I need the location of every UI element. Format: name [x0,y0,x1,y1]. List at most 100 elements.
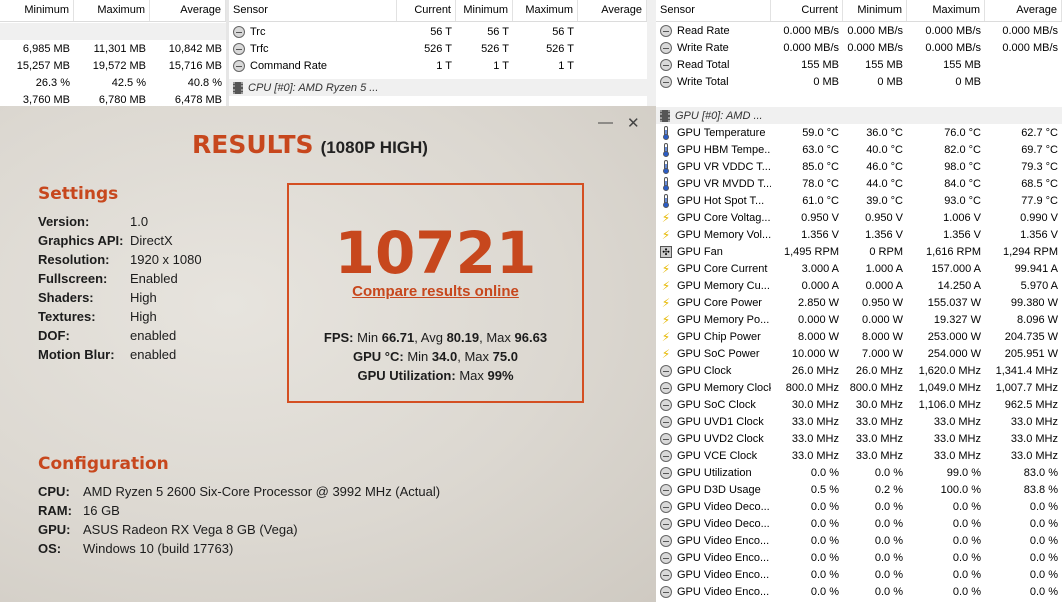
close-button[interactable]: ✕ [627,114,640,132]
column-header-maximum[interactable]: Maximum [907,0,985,21]
cell: 6,478 MB [174,93,222,106]
table-row[interactable]: GPU Video Enco... 0.0 % 0.0 % 0.0 % 0.0 % [656,583,1062,600]
sensor-label: GPU Chip Power [677,330,761,343]
clock-icon [660,398,672,411]
cell: 33.0 MHz [855,432,903,445]
cell: 0.950 V [801,211,839,224]
table-row[interactable]: GPU Video Enco... 0.0 % 0.0 % 0.0 % 0.0 % [656,566,1062,583]
cell: 1.000 A [865,262,903,275]
sensor-name-cell: ⚡ GPU Core Voltag... [656,212,771,224]
table-row[interactable]: GPU Video Deco... 0.0 % 0.0 % 0.0 % 0.0 % [656,498,1062,515]
column-header-maximum[interactable]: Maximum [74,0,150,21]
gpu-util-label: GPU Utilization: [357,368,456,383]
sensor-group-gpu[interactable]: GPU [#0]: AMD ... [656,107,1062,124]
column-header-sensor[interactable]: Sensor [229,0,397,21]
setting-value: High [130,290,157,305]
cell: 99.0 % [946,466,981,479]
column-header-average[interactable]: Average [578,0,647,21]
table-row[interactable]: GPU HBM Tempe... 63.0 °C 40.0 °C 82.0 °C 69.… [656,141,1062,158]
table-row[interactable]: Write Rate 0.000 MB/s 0.000 MB/s 0.000 MB/s… [656,39,1062,56]
table-row[interactable]: 3,760 MB 6,780 MB 6,478 MB [0,91,226,106]
sensor-name-cell: ⚡ GPU Memory Po... [656,314,771,326]
benchmark-score: 10721 [334,219,537,287]
cell: 0.0 % [1029,534,1058,547]
cell: 79.3 °C [1021,160,1058,173]
clock-icon [660,58,672,71]
config-value: ASUS Radeon RX Vega 8 GB (Vega) [83,522,298,537]
table-row[interactable]: GPU Clock 26.0 MHz 26.0 MHz 1,620.0 MHz 1,34… [656,362,1062,379]
cell: 0.0 % [874,517,903,530]
setting-key: Graphics API: [38,233,124,248]
column-header-average[interactable]: Average [150,0,226,21]
table-row[interactable]: 6,985 MB 11,301 MB 10,842 MB [0,40,226,57]
column-header-average[interactable]: Average [985,0,1062,21]
column-header-minimum[interactable]: Minimum [843,0,907,21]
table-row[interactable]: GPU D3D Usage 0.5 % 0.2 % 100.0 % 83.8 % [656,481,1062,498]
cell: 3,760 MB [22,93,70,106]
cell: 0 MB [955,75,981,88]
table-row[interactable]: GPU Video Enco... 0.0 % 0.0 % 0.0 % 0.0 % [656,549,1062,566]
table-row[interactable]: 15,257 MB 19,572 MB 15,716 MB [0,57,226,74]
column-header-current[interactable]: Current [397,0,456,21]
cell: 962.5 MHz [1004,398,1058,411]
cell: 33.0 MHz [1010,415,1058,428]
cell: 30.0 MHz [791,398,839,411]
table-row[interactable]: GPU Utilization 0.0 % 0.0 % 99.0 % 83.0 % [656,464,1062,481]
table-row[interactable]: GPU VR MVDD T... 78.0 °C 44.0 °C 84.0 °C 68.… [656,175,1062,192]
column-header-current[interactable]: Current [771,0,843,21]
sensor-group-cpu[interactable]: CPU [#0]: AMD Ryzen 5 ... [229,79,647,96]
table-row[interactable]: ⚡ GPU Memory Vol... 1.356 V 1.356 V 1.356 V 1… [656,226,1062,243]
table-row[interactable]: GPU SoC Clock 30.0 MHz 30.0 MHz 1,106.0 MHz… [656,396,1062,413]
table-row[interactable]: ⚡ GPU Core Power 2.850 W 0.950 W 155.037 W 99… [656,294,1062,311]
table-row[interactable]: GPU Temperature 59.0 °C 36.0 °C 76.0 °C 62.7… [656,124,1062,141]
cell: 155 MB [943,58,981,71]
minimize-button[interactable]: — [598,114,613,131]
sensor-name-cell: GPU SoC Clock [656,398,771,411]
table-row[interactable]: ⚡ GPU SoC Power 10.000 W 7.000 W 254.000 W 20… [656,345,1062,362]
table-row[interactable]: GPU VR VDDC T... 85.0 °C 46.0 °C 98.0 °C 79.… [656,158,1062,175]
cell: 0 MB [813,75,839,88]
table-row[interactable]: ⚡ GPU Core Voltag... 0.950 V 0.950 V 1.006 V… [656,209,1062,226]
setting-row: Motion Blur: enabled [38,347,278,365]
clock-icon [660,75,672,88]
clock-icon [660,483,672,496]
table-row[interactable]: GPU Video Deco... 0.0 % 0.0 % 0.0 % 0.0 % [656,515,1062,532]
column-header-sensor[interactable]: Sensor [656,0,771,21]
table-row[interactable]: ⚡ GPU Memory Cu... 0.000 A 0.000 A 14.250 A 5… [656,277,1062,294]
table-row[interactable]: ✣ GPU Fan 1,495 RPM 0 RPM 1,616 RPM 1,294 RPM [656,243,1062,260]
cell: 82.0 °C [944,143,981,156]
column-header-maximum[interactable]: Maximum [513,0,578,21]
table-row[interactable]: GPU Hot Spot T... 61.0 °C 39.0 °C 93.0 °C 77… [656,192,1062,209]
table-row[interactable]: GPU Memory Clock 800.0 MHz 800.0 MHz 1,049.… [656,379,1062,396]
sensor-label: GPU Video Enco... [677,534,770,547]
table-row[interactable]: GPU UVD1 Clock 33.0 MHz 33.0 MHz 33.0 MHz 33… [656,413,1062,430]
table-row[interactable]: Command Rate 1 T 1 T 1 T [229,57,647,74]
table-row[interactable]: GPU UVD2 Clock 33.0 MHz 33.0 MHz 33.0 MHz 33… [656,430,1062,447]
compare-results-link[interactable]: Compare results online [289,283,582,300]
table-row[interactable]: Read Rate 0.000 MB/s 0.000 MB/s 0.000 MB/s 0… [656,22,1062,39]
cell: 76.0 °C [944,126,981,139]
table-row[interactable]: ⚡ GPU Memory Po... 0.000 W 0.000 W 19.327 W 8… [656,311,1062,328]
table-row[interactable]: Read Total 155 MB 155 MB 155 MB [656,56,1062,73]
table-row[interactable]: ⚡ GPU Core Current 3.000 A 1.000 A 157.000 A… [656,260,1062,277]
table-row[interactable]: Trc 56 T 56 T 56 T [229,23,647,40]
cell: 0.0 % [810,466,839,479]
table-row[interactable]: Write Total 0 MB 0 MB 0 MB [656,73,1062,90]
sensor-label: GPU Utilization [677,466,752,479]
column-header-minimum[interactable]: Minimum [0,0,74,21]
table-row[interactable]: ⚡ GPU Chip Power 8.000 W 8.000 W 253.000 W 20… [656,328,1062,345]
table-row[interactable]: GPU VCE Clock 33.0 MHz 33.0 MHz 33.0 MHz 33.… [656,447,1062,464]
sensor-name-cell: Write Total [656,75,771,88]
table-row[interactable]: Trfc 526 T 526 T 526 T [229,40,647,57]
column-header-minimum[interactable]: Minimum [456,0,513,21]
clock-icon [233,25,245,38]
voltage-icon: ⚡ [661,347,671,360]
table-row[interactable] [0,23,226,40]
sensor-name-cell: ⚡ GPU Chip Power [656,331,771,343]
cell: 0.990 V [1020,211,1058,224]
sensor-label: GPU Core Current [677,262,768,275]
table-row[interactable]: 26.3 % 42.5 % 40.8 % [0,74,226,91]
cell: 1.006 V [943,211,981,224]
table-row[interactable]: GPU Video Enco... 0.0 % 0.0 % 0.0 % 0.0 % [656,532,1062,549]
cell: 40.8 % [187,76,222,89]
